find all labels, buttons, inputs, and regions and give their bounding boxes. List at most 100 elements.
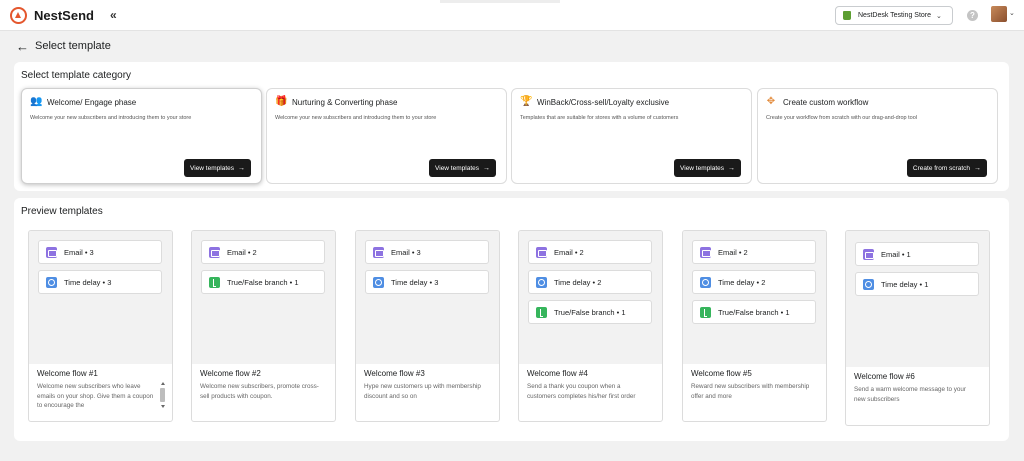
flow-step-chip: Time delay • 1	[855, 272, 979, 296]
template-description: Send a warm welcome message to your new …	[854, 386, 966, 403]
flow-preview-area: Email • 3 Time delay • 3	[356, 231, 499, 364]
shopify-bag-icon	[843, 11, 851, 20]
category-title: Nurturing & Converting phase	[292, 97, 398, 107]
arrow-right-icon: →	[974, 164, 981, 172]
flow-step-chip: Email • 3	[38, 240, 162, 264]
branch-icon	[536, 306, 547, 318]
template-preview-card-4[interactable]: Email • 2 Time delay • 2 True/False branch…	[518, 230, 663, 422]
scroll-down-icon[interactable]	[160, 405, 165, 408]
flow-preview-area: Email • 3 Time delay • 3	[29, 231, 172, 364]
flow-preview-area: Email • 1 Time delay • 1	[846, 231, 989, 367]
help-icon[interactable]: ?	[967, 10, 978, 21]
arrow-right-icon: →	[483, 164, 490, 172]
email-icon	[700, 246, 711, 258]
flow-preview-area: Email • 2 Time delay • 2 True/False branch…	[683, 231, 826, 364]
avatar[interactable]	[991, 6, 1007, 22]
top-bar: NestSend « NestDesk Testing Store ⌄ ? ⌄	[0, 0, 1024, 31]
category-header: 👥 Welcome/ Engage phase	[30, 97, 136, 107]
preview-section-title: Preview templates	[21, 206, 103, 217]
category-header: 🏆 WinBack/Cross-sell/Loyalty exclusive	[520, 97, 669, 107]
template-preview-card-3[interactable]: Email • 3 Time delay • 3 Welcome flow #3 Hy…	[355, 230, 500, 422]
email-icon	[209, 246, 220, 258]
category-button-label: View templates	[680, 164, 724, 172]
flow-step-label: Email • 2	[554, 247, 584, 257]
flow-step-label: True/False branch • 1	[227, 277, 299, 287]
flow-step-label: True/False branch • 1	[718, 307, 790, 317]
collapse-sidebar-icon[interactable]: «	[110, 8, 117, 22]
category-card-2[interactable]: 🎁 Nurturing & Converting phase Welcome you…	[266, 88, 507, 184]
page-title: Select template	[35, 40, 111, 52]
category-title: Welcome/ Engage phase	[47, 97, 137, 107]
description-scrollbar[interactable]	[160, 382, 165, 414]
flow-step-chip: Time delay • 2	[528, 270, 652, 294]
category-title: WinBack/Cross-sell/Loyalty exclusive	[537, 97, 670, 107]
template-description: Reward new subscribers with membership o…	[691, 383, 810, 400]
app-logo[interactable]: NestSend	[10, 7, 94, 24]
delay-icon	[46, 276, 57, 288]
flow-step-label: Email • 2	[227, 247, 257, 257]
category-button-label: View templates	[435, 164, 479, 172]
template-description: Welcome new subscribers who leave emails…	[37, 383, 154, 409]
delay-icon	[373, 276, 384, 288]
category-description: Welcome your new subscribers and introdu…	[275, 115, 437, 121]
chevron-down-icon: ⌄	[936, 12, 942, 20]
flow-step-label: Email • 3	[391, 247, 421, 257]
template-preview-card-2[interactable]: Email • 2 True/False branch • 1 Welcome fl…	[191, 230, 336, 422]
flow-preview-area: Email • 2 True/False branch • 1	[192, 231, 335, 364]
arrow-right-icon: →	[238, 164, 245, 172]
branch-icon	[700, 306, 711, 318]
template-description: Welcome new subscribers, promote cross-s…	[200, 383, 319, 400]
scroll-up-icon[interactable]	[160, 382, 165, 385]
category-action-button[interactable]: View templates →	[184, 159, 251, 177]
category-header: 🎁 Nurturing & Converting phase	[275, 97, 397, 107]
flow-step-label: Time delay • 1	[881, 279, 929, 289]
store-selector[interactable]: NestDesk Testing Store ⌄	[835, 6, 953, 25]
template-name: Welcome flow #1	[37, 369, 98, 378]
flow-step-chip: Email • 2	[692, 240, 816, 264]
flow-step-chip: Email • 2	[528, 240, 652, 264]
flow-step-chip: True/False branch • 1	[201, 270, 325, 294]
delay-icon	[700, 276, 711, 288]
flow-step-chip: Email • 3	[365, 240, 489, 264]
category-button-label: Create from scratch	[912, 164, 970, 172]
category-action-button[interactable]: View templates →	[674, 159, 741, 177]
category-card-3[interactable]: 🏆 WinBack/Cross-sell/Loyalty exclusive Tem…	[511, 88, 752, 184]
flow-step-label: Email • 2	[718, 247, 748, 257]
category-action-button[interactable]: Create from scratch →	[906, 159, 987, 177]
back-arrow-icon[interactable]: ←	[16, 39, 29, 54]
move-icon: ✥	[766, 96, 776, 107]
nestsend-logo-icon	[10, 7, 27, 24]
flow-step-chip: Email • 2	[201, 240, 325, 264]
flow-step-chip: Time delay • 2	[692, 270, 816, 294]
flow-step-label: Time delay • 3	[64, 277, 112, 287]
flow-step-label: Time delay • 2	[718, 277, 766, 287]
category-description: Create your workflow from scratch with o…	[766, 115, 918, 121]
flow-preview-area: Email • 2 Time delay • 2 True/False branch…	[519, 231, 662, 364]
delay-icon	[863, 278, 874, 290]
template-preview-card-1[interactable]: Email • 3 Time delay • 3 Welcome flow #1 We…	[28, 230, 173, 422]
category-card-1[interactable]: 👥 Welcome/ Engage phase Welcome your new s…	[21, 88, 262, 184]
template-description: Send a thank you coupon when a customers…	[527, 383, 636, 400]
email-icon	[46, 246, 57, 258]
template-preview-card-5[interactable]: Email • 2 Time delay • 2 True/False branch…	[682, 230, 827, 422]
template-category-panel: Select template category 👥 Welcome/ Engag…	[14, 62, 1009, 191]
branch-icon	[209, 276, 220, 288]
template-preview-card-6[interactable]: Email • 1 Time delay • 1 Welcome flow #6 Se…	[845, 230, 990, 426]
app-name: NestSend	[34, 8, 94, 23]
flow-step-label: Email • 3	[64, 247, 94, 257]
arrow-right-icon: →	[728, 164, 735, 172]
top-highlight	[440, 0, 560, 3]
flow-step-chip: True/False branch • 1	[692, 300, 816, 324]
store-name: NestDesk Testing Store	[858, 12, 932, 19]
category-title: Create custom workflow	[783, 97, 869, 107]
flow-step-label: Time delay • 2	[554, 277, 602, 287]
email-icon	[863, 248, 874, 260]
flow-step-label: Email • 1	[881, 249, 911, 259]
flow-step-label: Time delay • 3	[391, 277, 439, 287]
category-card-4[interactable]: ✥ Create custom workflow Create your workf…	[757, 88, 998, 184]
flow-step-chip: Time delay • 3	[365, 270, 489, 294]
scroll-thumb[interactable]	[160, 388, 165, 402]
category-action-button[interactable]: View templates →	[429, 159, 496, 177]
users-icon: 👥	[30, 96, 43, 107]
avatar-chevron-down-icon[interactable]: ⌄	[1009, 9, 1015, 17]
